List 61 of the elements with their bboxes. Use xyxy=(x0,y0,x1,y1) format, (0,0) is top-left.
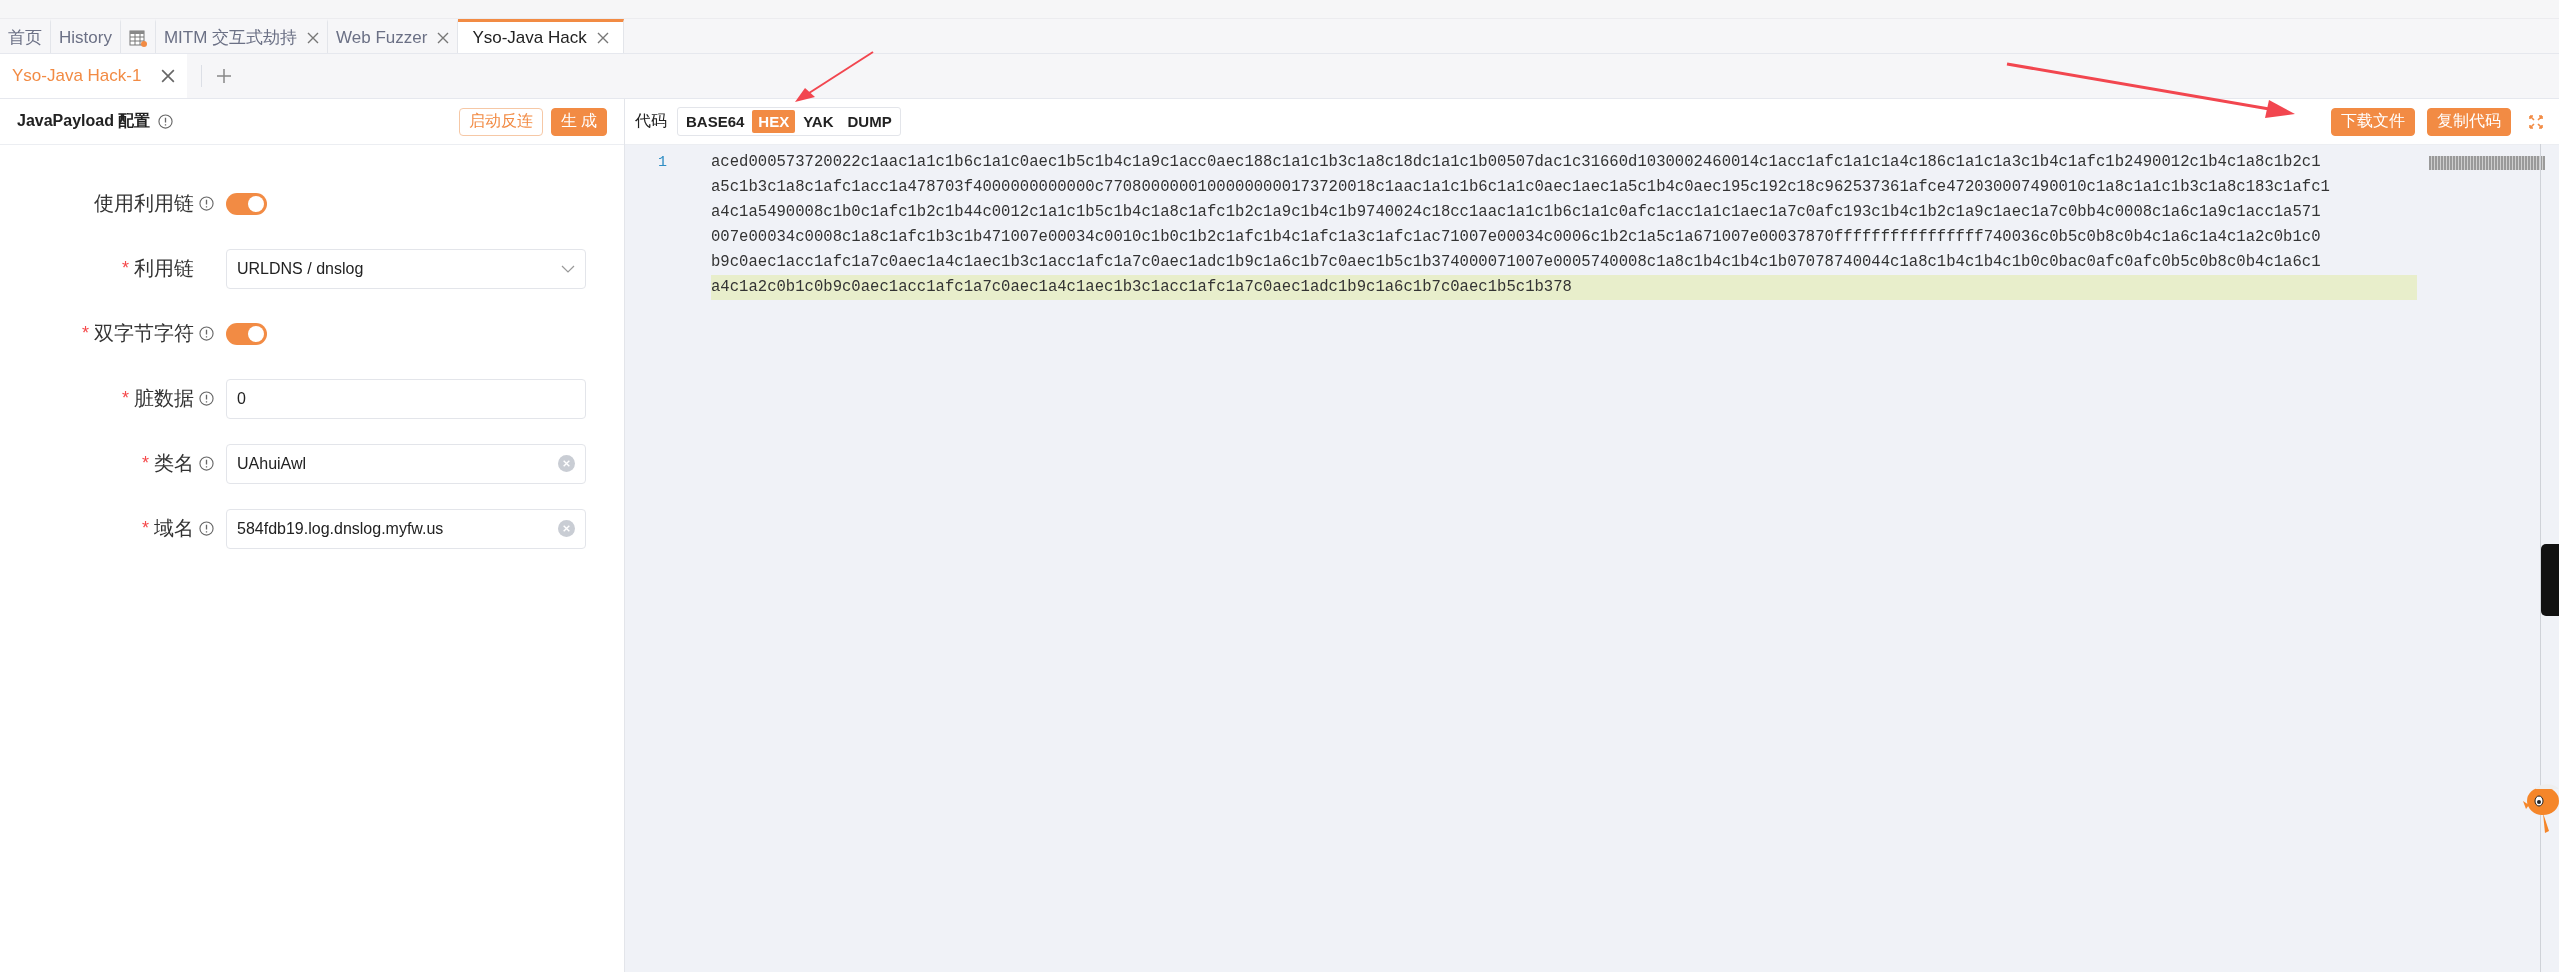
tab-label: History xyxy=(59,27,112,48)
format-tab[interactable]: DUMP xyxy=(841,110,898,133)
tab[interactable]: 首页 xyxy=(0,19,51,53)
code-line: b9c0aec1acc1afc1a7c0aec1a4c1aec1b3c1acc1afc1a7c0aec1adc1b9c1a6c1b7c0aec1b5c1b374000071007e0005740008c1a8c1b4c1b4c1b07078740044c1a8c1b4c1b4c1b0c0bac0afc0afc0b5c0b8c0b4c1a6c1 xyxy=(711,252,2322,273)
plus-icon[interactable] xyxy=(216,68,233,84)
close-icon[interactable] xyxy=(596,31,609,44)
generate-button[interactable]: 生 成 xyxy=(550,107,607,136)
toggle-switch[interactable] xyxy=(226,322,267,345)
copy-button[interactable]: 复制代码 xyxy=(2427,107,2511,136)
tab[interactable]: MITM 交互式劫持 xyxy=(155,19,329,53)
input-field[interactable]: 0 xyxy=(226,378,586,419)
clear-icon[interactable] xyxy=(558,520,575,537)
field-label: 使用利用链 xyxy=(94,191,194,216)
fullscreen-icon[interactable] xyxy=(2529,114,2543,129)
required-mark: * xyxy=(122,258,129,279)
input-field[interactable]: UAhuiAwl xyxy=(226,443,586,484)
download-button[interactable]: 下载文件 xyxy=(2331,107,2415,136)
field-label: 脏数据 xyxy=(134,386,194,411)
required-mark: * xyxy=(142,518,149,539)
info-icon xyxy=(199,456,214,471)
line-number: 1 xyxy=(657,153,668,173)
field-label: 双字节字符 xyxy=(94,321,194,346)
required-mark: * xyxy=(122,388,129,409)
close-icon[interactable] xyxy=(307,31,320,44)
code-line: 007e00034c0008c1a8c1afc1b3c1b471007e00034c0010c1b0c1b2c1afc1b4c1afc1a3c1afc1ac71007e00034c0006c1b2c1a5c1a671007e00037870ffffffffffffffff740036c0b5c0b8c0b4c1a6c1a4c1a2c0b1c0 xyxy=(711,227,2322,248)
tab-label: Web Fuzzer xyxy=(336,27,428,48)
format-tab[interactable]: YAK xyxy=(797,110,840,133)
toggle-switch[interactable] xyxy=(226,192,267,215)
tab[interactable]: History xyxy=(51,19,121,53)
reverse-connect-button[interactable]: 启动反连 xyxy=(458,107,543,136)
sub-tab[interactable]: Yso-Java Hack-1 xyxy=(0,54,188,98)
table-icon xyxy=(128,28,147,47)
clear-icon[interactable] xyxy=(558,455,575,472)
code-label: 代码 xyxy=(635,111,667,131)
format-tab[interactable]: HEX xyxy=(752,110,796,133)
chevron-down-icon xyxy=(561,264,575,273)
info-icon xyxy=(158,114,174,129)
field-label: 类名 xyxy=(154,451,194,476)
code-line: aced000573720022c1aac1a1c1b6c1a1c0aec1b5c1b4c1a9c1acc0aec188c1a1c1b3c1a8c18dc1a1c1b00507dac1c31660d1030002460014c1acc1afc1a1c1a4c186c1a1c1a3c1b4c1afc1b2490012c1b4c1a8c1b2c1 xyxy=(711,152,2322,173)
info-icon xyxy=(199,391,214,406)
code-line: a5c1b3c1a8c1afc1acc1a478703f4000000000000c77080000001000000000173720018c1aac1a1c1b6c1a1c0aec1aec1a5c1b4c0aec195c192c18c962537361afce472030007490010c1a8c1a1c1b3c1a8c183c1afc1 xyxy=(711,177,2331,198)
tab[interactable]: Yso-Java Hack xyxy=(458,19,624,53)
format-tab[interactable]: BASE64 xyxy=(680,110,751,133)
close-icon[interactable] xyxy=(437,31,450,44)
side-handle[interactable] xyxy=(2541,544,2559,616)
tab-label: Yso-Java Hack xyxy=(472,27,587,48)
info-icon xyxy=(199,196,214,211)
panel-title: JavaPayload 配置 xyxy=(17,111,151,131)
required-mark: * xyxy=(142,453,149,474)
info-icon xyxy=(199,521,214,536)
input-field[interactable]: 584fdb19.log.dnslog.myfw.us xyxy=(226,508,586,549)
field-label: 域名 xyxy=(154,516,194,541)
tab-label: 首页 xyxy=(8,27,42,49)
close-icon[interactable] xyxy=(161,69,176,83)
select-field[interactable]: URLDNS / dnslog xyxy=(226,248,586,289)
tab-label: Yso-Java Hack-1 xyxy=(12,66,142,86)
info-icon xyxy=(199,326,214,341)
tab-label: MITM 交互式劫持 xyxy=(163,27,298,49)
required-mark: * xyxy=(82,323,89,344)
code-line: a4c1a5490008c1b0c1afc1b2c1b44c0012c1a1c1b5c1b4c1a8c1afc1b2c1a9c1b4c1b9740024c18cc1aac1a1c1b6c1a1c0afc1acc1a1c1aec1a7c0afc193c1b4c1b2c1a9c1aec1a7c0bb4c0008c1a6c1a9c1acc1a571 xyxy=(711,202,2322,223)
field-label: 利用链 xyxy=(134,256,194,281)
